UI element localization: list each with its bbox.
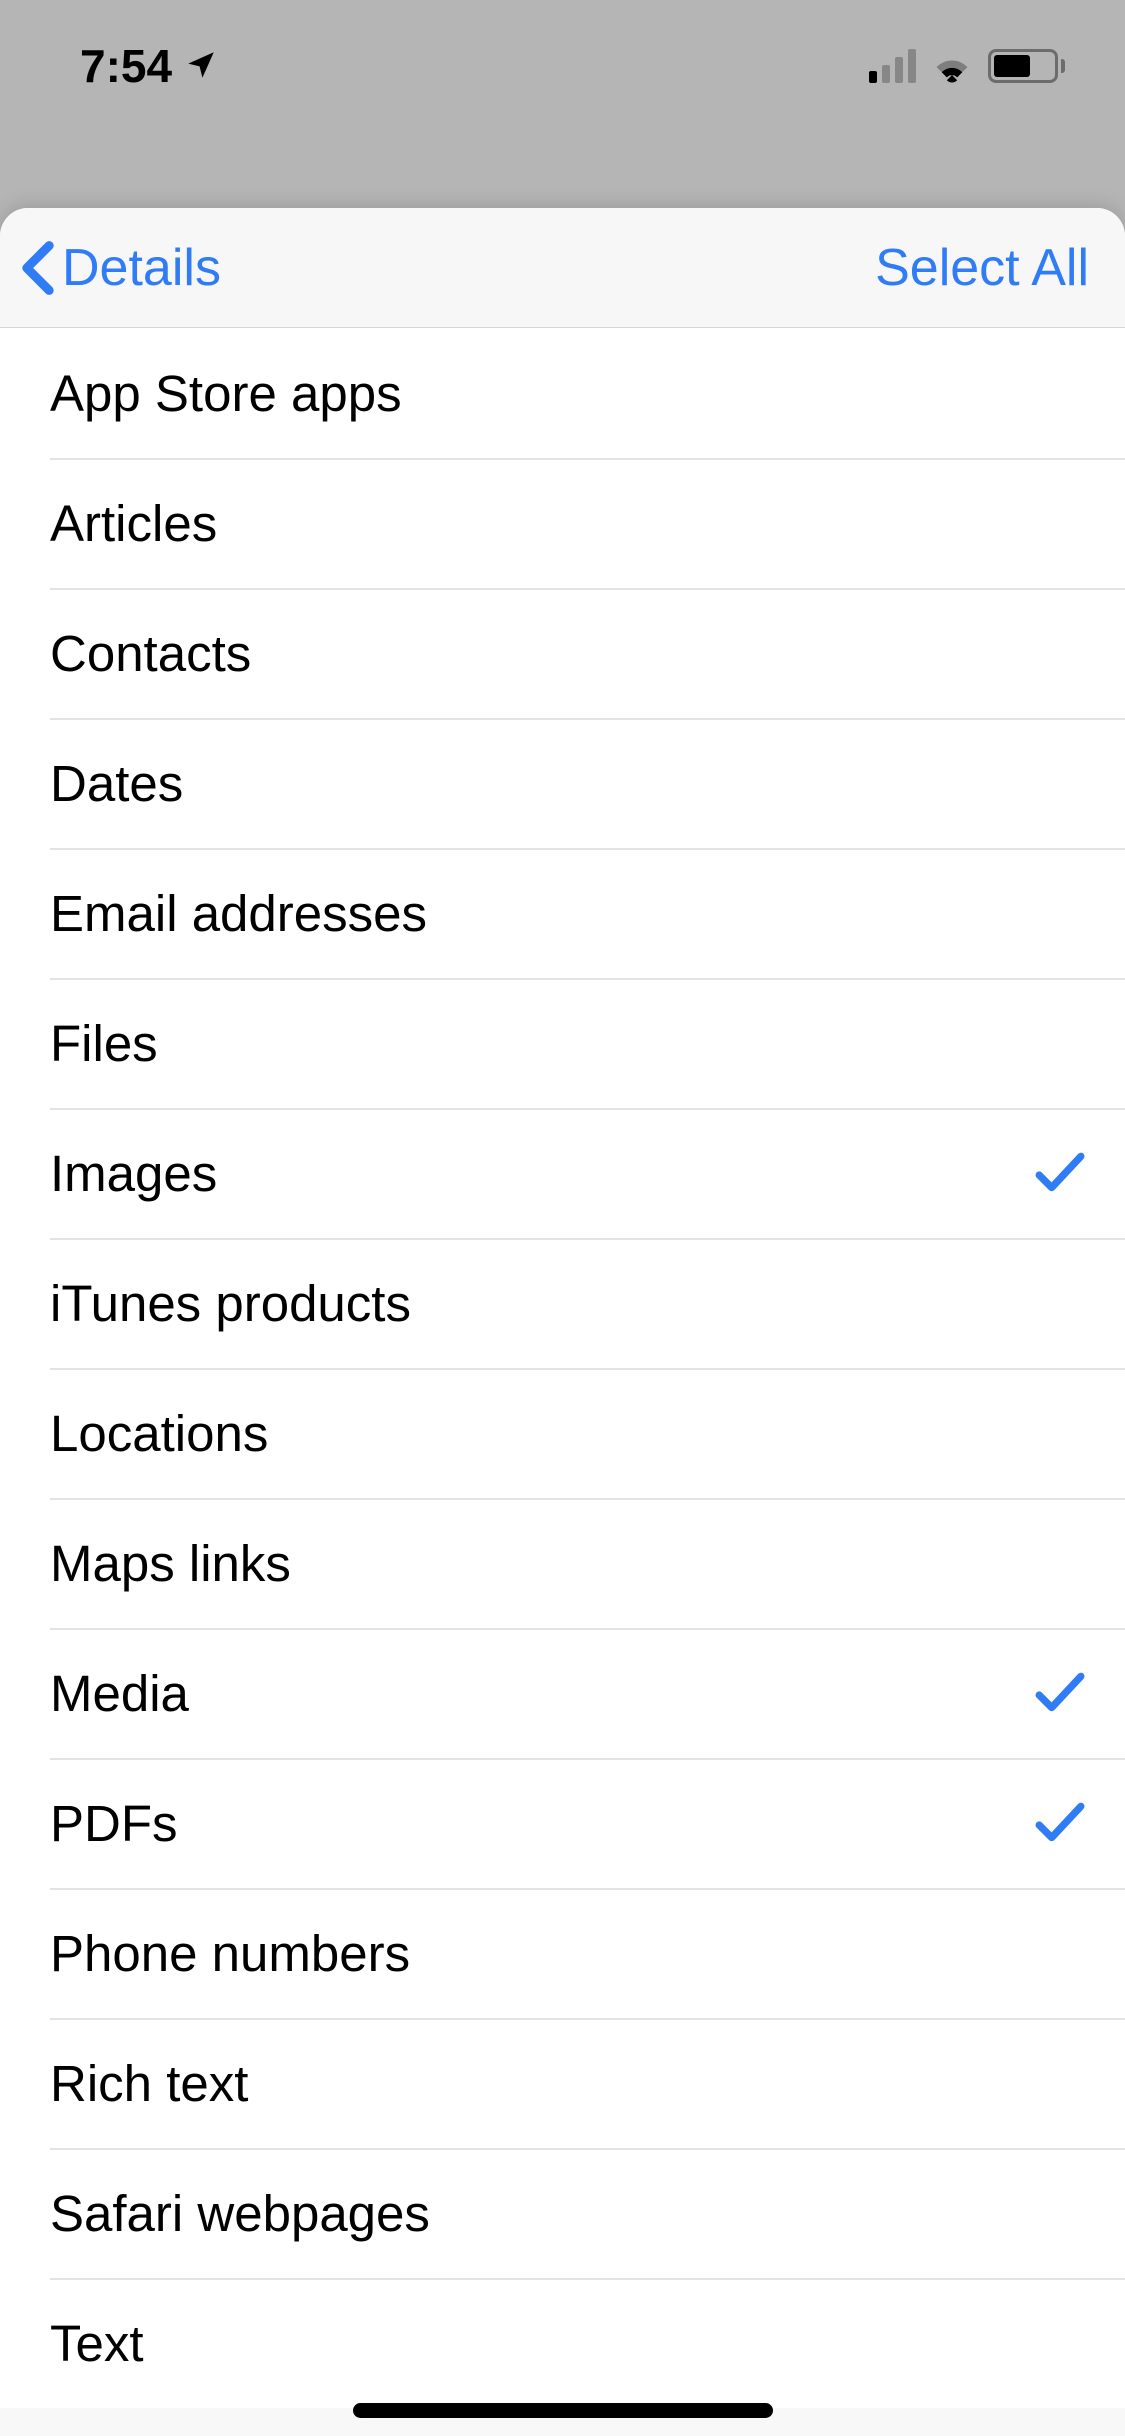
- back-button[interactable]: Details: [20, 238, 221, 298]
- nav-bar: Details Select All: [0, 208, 1125, 328]
- list-item-label: Dates: [50, 754, 183, 813]
- list-item-label: Safari webpages: [50, 2184, 430, 2243]
- checkmark-icon: [1035, 1801, 1085, 1845]
- status-bar: 7:54: [0, 0, 1125, 132]
- list-item-label: Contacts: [50, 624, 251, 683]
- list-item[interactable]: PDFs: [0, 1758, 1125, 1888]
- cellular-signal-icon: [869, 49, 916, 83]
- list-item[interactable]: iTunes products: [0, 1238, 1125, 1368]
- list-item[interactable]: Safari webpages: [0, 2148, 1125, 2278]
- list-item-label: Text: [50, 2314, 144, 2373]
- list-item[interactable]: Articles: [0, 458, 1125, 588]
- checkmark-icon: [1035, 1671, 1085, 1715]
- list-item-label: Files: [50, 1014, 158, 1073]
- list-item-label: Media: [50, 1664, 189, 1723]
- list-item[interactable]: Files: [0, 978, 1125, 1108]
- list-item[interactable]: Dates: [0, 718, 1125, 848]
- list-item-label: Articles: [50, 494, 217, 553]
- list-item-label: Rich text: [50, 2054, 248, 2113]
- location-arrow-icon: [184, 39, 218, 93]
- list-item[interactable]: Maps links: [0, 1498, 1125, 1628]
- list-item[interactable]: Text: [0, 2278, 1125, 2408]
- checkmark-icon: [1035, 1151, 1085, 1195]
- list-item[interactable]: Locations: [0, 1368, 1125, 1498]
- list-item-label: Images: [50, 1144, 217, 1203]
- list-item[interactable]: App Store apps: [0, 328, 1125, 458]
- list-item-label: Phone numbers: [50, 1924, 410, 1983]
- list-item-label: iTunes products: [50, 1274, 411, 1333]
- list-item-label: App Store apps: [50, 364, 402, 423]
- battery-icon: [988, 49, 1065, 83]
- modal-sheet: Details Select All App Store apps Article…: [0, 208, 1125, 2436]
- list-item[interactable]: Contacts: [0, 588, 1125, 718]
- status-right: [869, 49, 1065, 83]
- list-item-label: Locations: [50, 1404, 268, 1463]
- wifi-icon: [930, 49, 974, 83]
- list-item[interactable]: Email addresses: [0, 848, 1125, 978]
- home-indicator[interactable]: [353, 2403, 773, 2418]
- selection-list: App Store apps Articles Contacts Dates Email…: [0, 328, 1125, 2408]
- list-item[interactable]: Media: [0, 1628, 1125, 1758]
- list-item[interactable]: Phone numbers: [0, 1888, 1125, 2018]
- chevron-left-icon: [20, 240, 56, 296]
- list-item[interactable]: Rich text: [0, 2018, 1125, 2148]
- status-left: 7:54: [60, 39, 218, 93]
- list-item-label: PDFs: [50, 1794, 178, 1853]
- back-label: Details: [62, 238, 221, 298]
- list-item-label: Maps links: [50, 1534, 291, 1593]
- list-item[interactable]: Images: [0, 1108, 1125, 1238]
- status-time: 7:54: [80, 39, 172, 93]
- select-all-button[interactable]: Select All: [875, 238, 1089, 298]
- list-item-label: Email addresses: [50, 884, 427, 943]
